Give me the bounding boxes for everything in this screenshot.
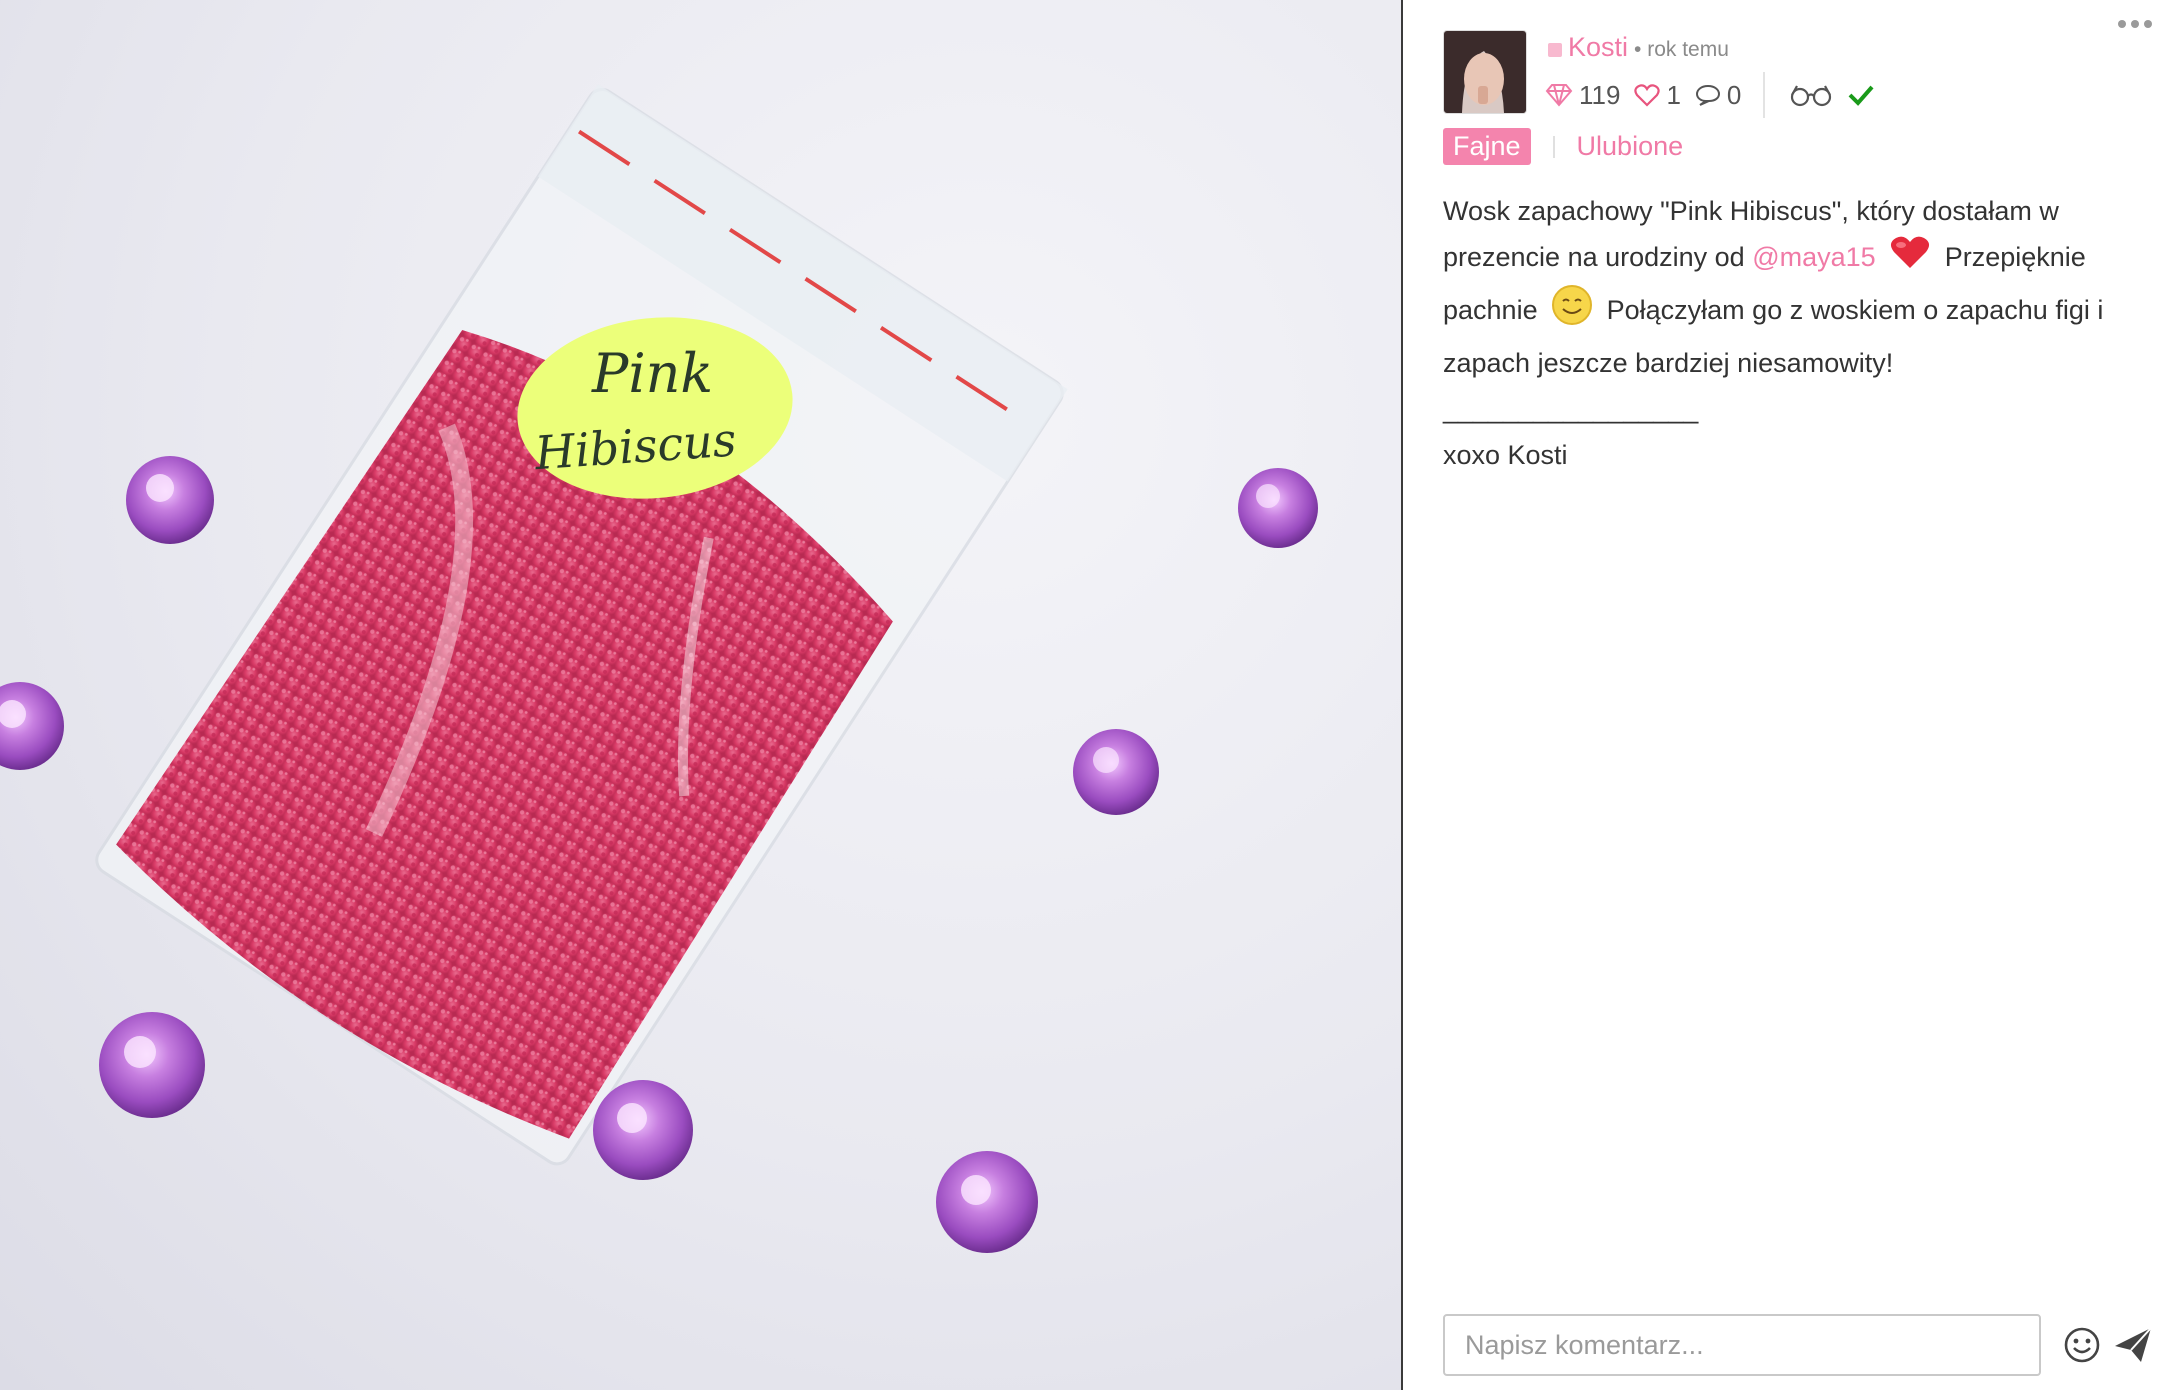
gem-1 <box>126 456 214 544</box>
avatar-image <box>1444 31 1526 113</box>
post-photo: Pink Hibiscus <box>0 0 1401 1390</box>
gem-7 <box>936 1151 1038 1253</box>
tabs: Fajne Ulubione <box>1443 128 1683 165</box>
author-name[interactable]: Kosti <box>1568 32 1628 63</box>
photo-illustration: Pink Hibiscus <box>0 84 1318 1253</box>
glasses-icon[interactable] <box>1789 82 1833 108</box>
smile-emoji-icon <box>1551 284 1593 340</box>
tab-fajne[interactable]: Fajne <box>1443 128 1531 165</box>
send-icon[interactable] <box>2113 1326 2153 1364</box>
comment-count: 0 <box>1726 79 1742 110</box>
more-icon[interactable] <box>2118 20 2152 28</box>
diamond-count: 119 <box>1579 79 1621 110</box>
tab-ulubione[interactable]: Ulubione <box>1577 131 1684 162</box>
gem-3 <box>0 682 64 770</box>
diamond-stat[interactable]: 119 <box>1545 80 1620 111</box>
check-icon[interactable] <box>1847 83 1875 107</box>
heart-icon <box>1634 84 1661 107</box>
status-indicator <box>1548 42 1562 57</box>
comment-icon <box>1695 84 1720 106</box>
post-time: • rok temu <box>1634 37 1729 61</box>
stats-divider <box>1763 72 1766 118</box>
description-signoff: xoxo Kosti <box>1443 440 1568 470</box>
emoji-icon[interactable] <box>2063 1326 2101 1364</box>
zip-bag <box>95 84 1068 1166</box>
gem-5 <box>99 1012 205 1118</box>
like-stat[interactable]: 1 <box>1634 79 1681 111</box>
avatar[interactable] <box>1443 30 1527 114</box>
post-side-panel: Kosti • rok temu 119 1 0 Fajne Ulubione … <box>1403 0 2162 1390</box>
post-description: Wosk zapachowy "Pink Hibiscus", który do… <box>1443 188 2143 478</box>
label-text-line1: Pink <box>591 342 713 405</box>
like-count: 1 <box>1666 79 1681 110</box>
comment-input[interactable] <box>1443 1314 2041 1376</box>
tab-divider <box>1552 135 1555 158</box>
gem-6 <box>593 1080 693 1180</box>
description-part3: Połączyłam go z woskiem o zapachu figi i… <box>1443 295 2104 378</box>
mention-link[interactable]: @maya15 <box>1752 242 1875 272</box>
diamond-icon <box>1545 84 1573 107</box>
author-row: Kosti • rok temu <box>1548 32 1729 63</box>
comment-stat[interactable]: 0 <box>1695 80 1741 111</box>
description-rule: _________________ <box>1443 394 1699 424</box>
stats-row: 119 1 0 <box>1545 72 1875 118</box>
gem-2 <box>1238 468 1318 548</box>
heart-emoji-icon <box>1889 234 1931 284</box>
gem-4 <box>1073 729 1159 815</box>
